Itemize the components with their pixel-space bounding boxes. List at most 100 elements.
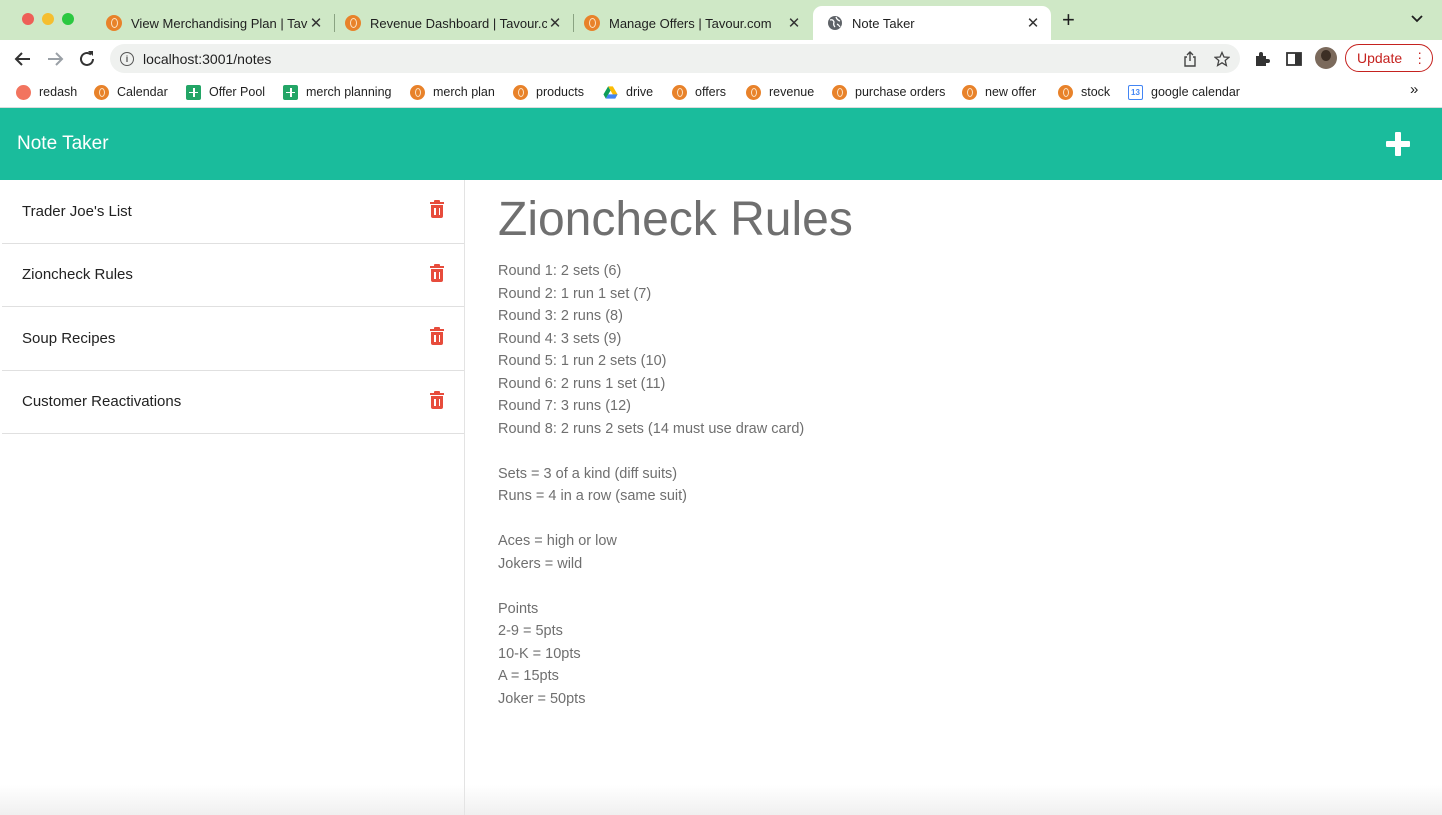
tavour-icon — [746, 84, 761, 100]
profile-avatar[interactable] — [1315, 47, 1337, 69]
bookmark-redash[interactable]: redash — [16, 82, 77, 102]
back-arrow-icon — [14, 52, 30, 66]
bookmarks-bar: redash Calendar Offer Pool merch plannin… — [0, 77, 1442, 108]
note-text-area[interactable]: Round 1: 2 sets (6) Round 2: 1 run 1 set… — [498, 260, 804, 710]
more-vert-icon: · · · — [1417, 44, 1422, 70]
bookmark-purchase-orders[interactable]: purchase orders — [832, 82, 945, 102]
bookmark-drive[interactable]: drive — [603, 82, 653, 102]
tavour-icon — [672, 84, 687, 100]
trash-icon[interactable] — [430, 327, 444, 345]
update-button[interactable]: Update · · · — [1345, 44, 1433, 72]
drive-icon — [603, 85, 618, 99]
tab-title: Manage Offers | Tavour.com — [609, 15, 772, 31]
notes-list: Trader Joe's List Zioncheck Rules Soup R… — [0, 180, 465, 815]
note-title[interactable]: Trader Joe's List — [22, 203, 132, 220]
bookmark-label: purchase orders — [855, 85, 946, 99]
bookmark-offer-pool[interactable]: Offer Pool — [186, 82, 265, 102]
tab-merchandising-plan[interactable]: View Merchandising Plan | Tavour.com ✕ — [92, 6, 334, 40]
bookmark-label: merch planning — [306, 85, 392, 99]
trash-icon[interactable] — [430, 200, 444, 218]
bookmark-stock[interactable]: stock — [1058, 82, 1110, 102]
bookmark-revenue[interactable]: revenue — [746, 82, 814, 102]
list-item-customer-reactivations[interactable]: Customer Reactivations — [2, 371, 464, 434]
globe-icon — [828, 16, 842, 30]
close-window-button[interactable] — [22, 13, 34, 25]
app-header: Note Taker — [0, 108, 1442, 180]
tab-title: View Merchandising Plan | Tavour.com — [131, 15, 308, 31]
bookmark-label: offers — [695, 85, 727, 99]
note-taker-app: Note Taker Trader Joe's List Zioncheck R… — [0, 108, 1442, 815]
sheets-icon — [186, 84, 201, 100]
bookmark-star-icon[interactable] — [1214, 51, 1230, 67]
tab-revenue-dashboard[interactable]: Revenue Dashboard | Tavour.com ✕ — [331, 6, 573, 40]
bookmark-merch-plan[interactable]: merch plan — [410, 82, 495, 102]
reload-button[interactable] — [76, 48, 98, 70]
tavour-icon — [513, 84, 528, 100]
bookmark-offers[interactable]: offers — [672, 82, 726, 102]
bookmark-label: new offer — [985, 85, 1037, 99]
bookmark-label: merch plan — [433, 85, 495, 99]
tab-strip: View Merchandising Plan | Tavour.com ✕ R… — [0, 0, 1442, 40]
tab-note-taker[interactable]: Note Taker ✕ — [813, 6, 1051, 40]
forward-button[interactable] — [44, 48, 66, 70]
bookmark-label: redash — [39, 85, 78, 99]
note-title[interactable]: Zioncheck Rules — [22, 266, 133, 283]
bookmark-new-offer[interactable]: new offer — [962, 82, 1036, 102]
tavour-icon — [962, 84, 977, 100]
extensions-icon[interactable] — [1253, 50, 1271, 68]
address-bar[interactable]: i localhost:3001/notes — [110, 44, 1240, 73]
bookmark-label: google calendar — [1151, 85, 1240, 99]
bookmark-merch-planning[interactable]: merch planning — [283, 82, 391, 102]
bookmark-label: Offer Pool — [209, 85, 266, 99]
close-icon[interactable]: ✕ — [547, 14, 563, 32]
google-calendar-icon: 13 — [1128, 84, 1143, 100]
app-title[interactable]: Note Taker — [17, 133, 109, 155]
side-panel-icon[interactable] — [1285, 50, 1303, 68]
share-icon[interactable] — [1182, 51, 1198, 67]
update-label: Update — [1357, 50, 1403, 66]
redash-icon — [16, 84, 31, 100]
trash-icon[interactable] — [430, 263, 444, 282]
bookmark-products[interactable]: products — [513, 82, 584, 102]
chevron-down-icon[interactable] — [1410, 12, 1424, 26]
more-bookmarks-button[interactable]: » — [1410, 81, 1418, 98]
tavour-icon — [584, 15, 600, 31]
tab-title: Note Taker — [852, 15, 915, 31]
bookmark-label: stock — [1081, 85, 1111, 99]
bookmark-label: products — [536, 85, 584, 99]
tab-title: Revenue Dashboard | Tavour.com — [370, 15, 547, 31]
sheets-icon — [283, 84, 298, 100]
list-item-zioncheck-rules[interactable]: Zioncheck Rules — [2, 244, 464, 307]
bookmark-google-calendar[interactable]: 13 google calendar — [1128, 82, 1240, 102]
close-icon[interactable]: ✕ — [786, 14, 802, 32]
tavour-icon — [345, 15, 361, 31]
bookmark-label: drive — [626, 85, 654, 99]
address-url[interactable]: localhost:3001/notes — [143, 51, 271, 67]
back-button[interactable] — [12, 48, 34, 70]
forward-arrow-icon — [48, 52, 64, 66]
note-title[interactable]: Customer Reactivations — [22, 393, 181, 410]
add-note-plus-icon[interactable] — [1386, 132, 1410, 156]
site-info-icon[interactable]: i — [120, 51, 134, 66]
bookmark-label: revenue — [769, 85, 815, 99]
note-editor: Zioncheck Rules Round 1: 2 sets (6) Roun… — [466, 180, 1442, 815]
minimize-window-button[interactable] — [42, 13, 54, 25]
note-title[interactable]: Soup Recipes — [22, 330, 115, 347]
note-title-field[interactable]: Zioncheck Rules — [498, 192, 853, 247]
bookmark-label: Calendar — [117, 85, 168, 99]
close-icon[interactable]: ✕ — [1025, 14, 1041, 32]
maximize-window-button[interactable] — [62, 13, 74, 25]
close-icon[interactable]: ✕ — [308, 14, 324, 32]
tavour-icon — [106, 15, 122, 31]
list-item-soup-recipes[interactable]: Soup Recipes — [2, 307, 464, 371]
bookmark-calendar[interactable]: Calendar — [94, 82, 168, 102]
reload-icon — [80, 51, 94, 66]
tavour-icon — [1058, 84, 1073, 100]
browser-toolbar: i localhost:3001/notes Update · · · — [0, 40, 1442, 77]
list-item-trader-joes-list[interactable]: Trader Joe's List — [2, 180, 464, 244]
trash-icon[interactable] — [430, 390, 444, 409]
new-tab-button[interactable]: + — [1062, 9, 1075, 31]
tab-manage-offers[interactable]: Manage Offers | Tavour.com ✕ — [570, 6, 812, 40]
tavour-icon — [94, 84, 109, 100]
tavour-icon — [410, 84, 425, 100]
